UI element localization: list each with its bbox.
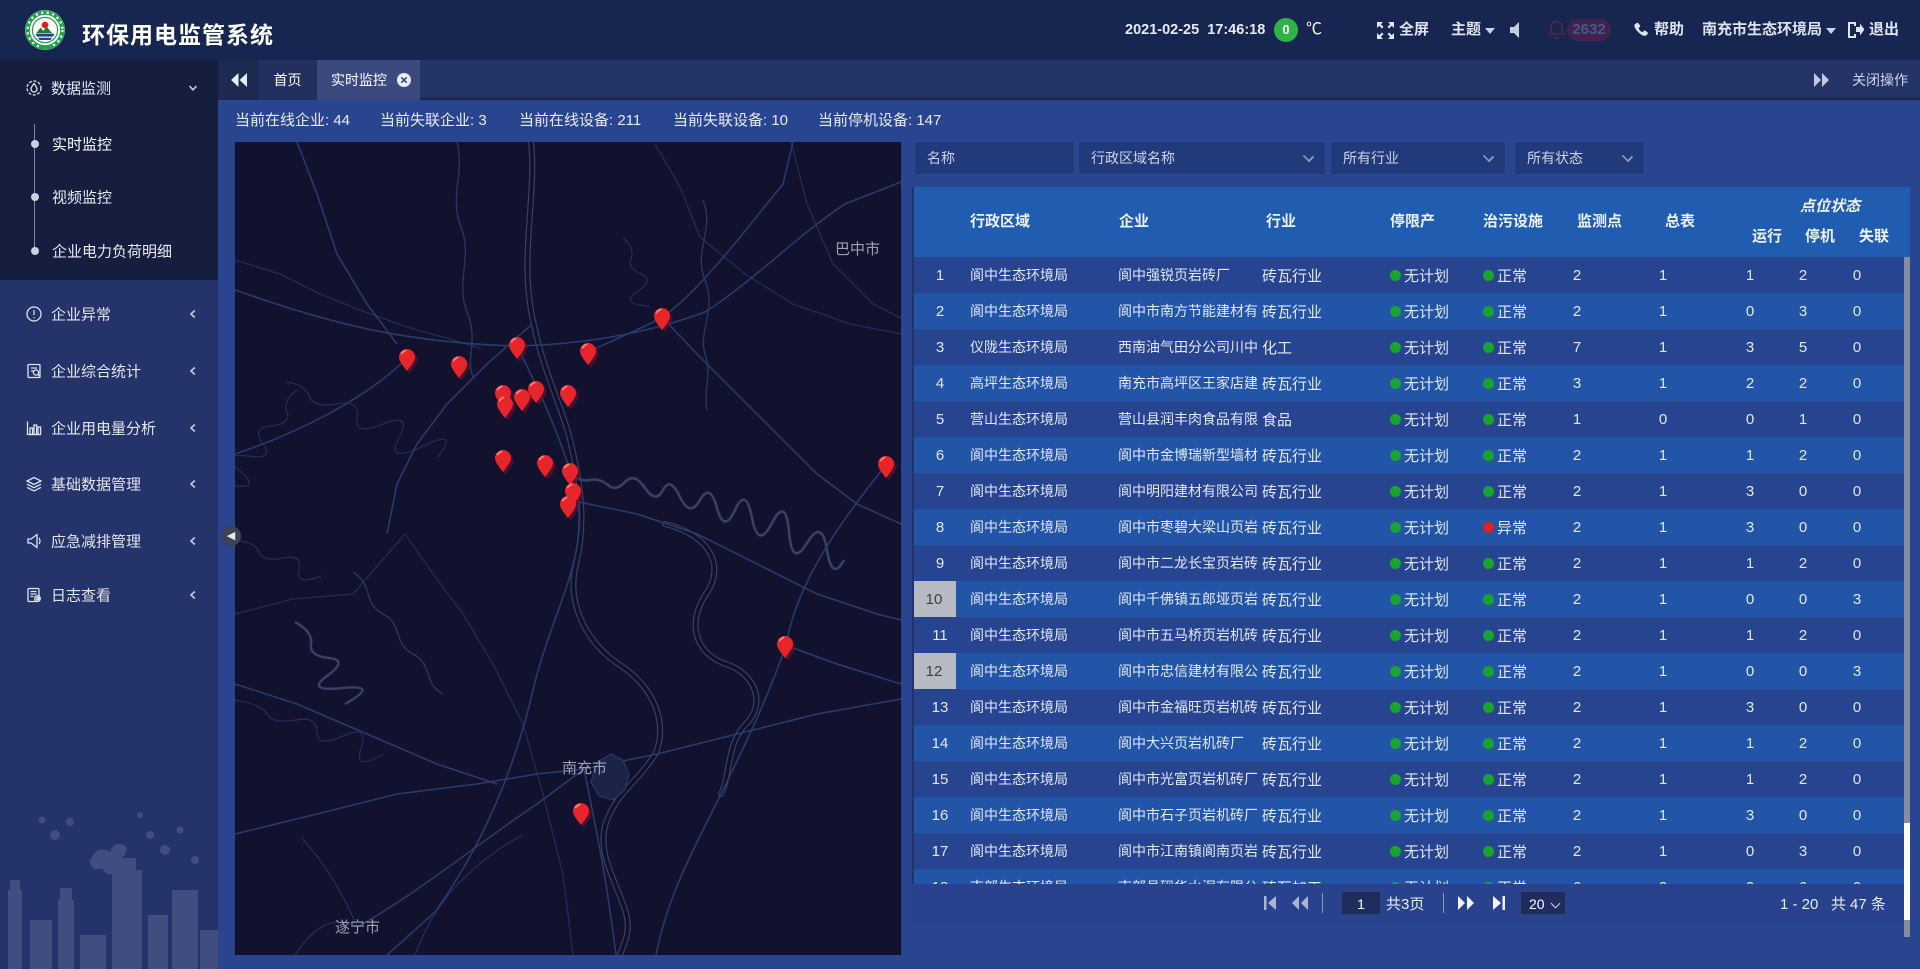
svg-text:巴中市: 巴中市	[835, 241, 880, 258]
svg-text:南充市: 南充市	[562, 760, 607, 777]
svg-text:遂宁市: 遂宁市	[335, 919, 380, 936]
